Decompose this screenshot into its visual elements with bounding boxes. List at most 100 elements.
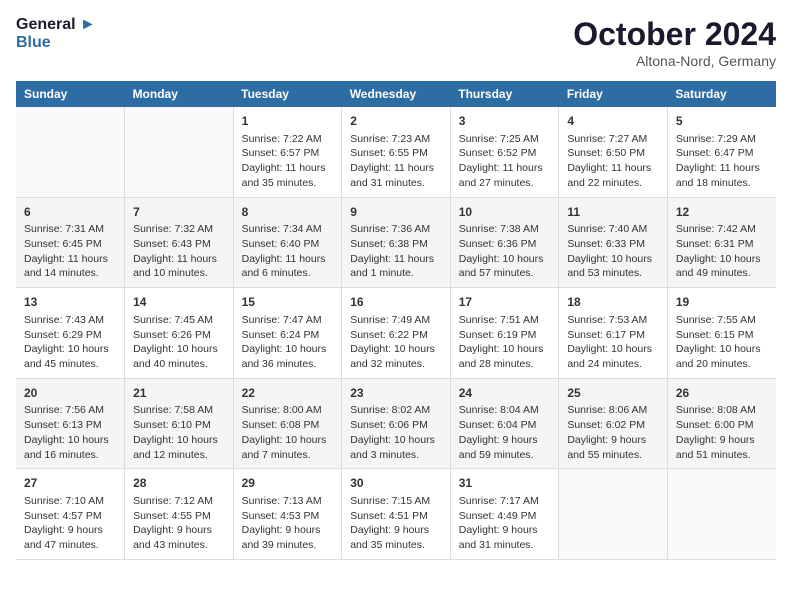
- day-info: Sunrise: 7:25 AM Sunset: 6:52 PM Dayligh…: [459, 132, 551, 191]
- day-number: 22: [242, 385, 334, 402]
- day-info: Sunrise: 7:17 AM Sunset: 4:49 PM Dayligh…: [459, 494, 551, 553]
- col-header-wednesday: Wednesday: [342, 81, 451, 107]
- day-number: 17: [459, 294, 551, 311]
- day-info: Sunrise: 8:06 AM Sunset: 6:02 PM Dayligh…: [567, 403, 659, 462]
- calendar-cell: 28 Sunrise: 7:12 AM Sunset: 4:55 PM Dayli…: [125, 469, 234, 560]
- calendar-cell: 17 Sunrise: 7:51 AM Sunset: 6:19 PM Dayli…: [450, 288, 559, 379]
- calendar-cell: 2 Sunrise: 7:23 AM Sunset: 6:55 PM Daylig…: [342, 107, 451, 197]
- day-number: 5: [676, 113, 768, 130]
- day-info: Sunrise: 7:40 AM Sunset: 6:33 PM Dayligh…: [567, 222, 659, 281]
- day-number: 23: [350, 385, 442, 402]
- day-info: Sunrise: 7:51 AM Sunset: 6:19 PM Dayligh…: [459, 313, 551, 372]
- calendar-cell: 22Sunrise: 8:00 AM Sunset: 6:08 PM Dayli…: [233, 378, 342, 469]
- day-info: Sunrise: 7:38 AM Sunset: 6:36 PM Dayligh…: [459, 222, 551, 281]
- day-info: Sunrise: 7:42 AM Sunset: 6:31 PM Dayligh…: [676, 222, 768, 281]
- logo-wordmark: General ► Blue: [16, 16, 96, 51]
- day-info: Sunrise: 7:29 AM Sunset: 6:47 PM Dayligh…: [676, 132, 768, 191]
- day-number: 13: [24, 294, 116, 311]
- day-info: Sunrise: 7:27 AM Sunset: 6:50 PM Dayligh…: [567, 132, 659, 191]
- day-info: Sunrise: 7:53 AM Sunset: 6:17 PM Dayligh…: [567, 313, 659, 372]
- calendar-cell: 30Sunrise: 7:15 AM Sunset: 4:51 PM Dayli…: [342, 469, 451, 560]
- calendar-cell: 27 Sunrise: 7:10 AM Sunset: 4:57 PM Dayli…: [16, 469, 125, 560]
- day-number: 14: [133, 294, 225, 311]
- day-number: 26: [676, 385, 768, 402]
- day-number: 4: [567, 113, 659, 130]
- day-number: 18: [567, 294, 659, 311]
- calendar-header: SundayMondayTuesdayWednesdayThursdayFrid…: [16, 81, 776, 107]
- day-number: 30: [350, 475, 442, 492]
- day-info: Sunrise: 8:02 AM Sunset: 6:06 PM Dayligh…: [350, 403, 442, 462]
- calendar-cell: 14 Sunrise: 7:45 AM Sunset: 6:26 PM Dayli…: [125, 288, 234, 379]
- calendar-cell: 26Sunrise: 8:08 AM Sunset: 6:00 PM Dayli…: [667, 378, 776, 469]
- col-header-saturday: Saturday: [667, 81, 776, 107]
- day-info: Sunrise: 7:47 AM Sunset: 6:24 PM Dayligh…: [242, 313, 334, 372]
- day-info: Sunrise: 7:34 AM Sunset: 6:40 PM Dayligh…: [242, 222, 334, 281]
- day-number: 21: [133, 385, 225, 402]
- calendar-cell: [667, 469, 776, 560]
- calendar-cell: 13 Sunrise: 7:43 AM Sunset: 6:29 PM Dayli…: [16, 288, 125, 379]
- calendar-cell: 29Sunrise: 7:13 AM Sunset: 4:53 PM Dayli…: [233, 469, 342, 560]
- calendar-cell: 8Sunrise: 7:34 AM Sunset: 6:40 PM Daylig…: [233, 197, 342, 288]
- col-header-monday: Monday: [125, 81, 234, 107]
- col-header-sunday: Sunday: [16, 81, 125, 107]
- calendar-cell: 5 Sunrise: 7:29 AM Sunset: 6:47 PM Daylig…: [667, 107, 776, 197]
- day-info: Sunrise: 7:32 AM Sunset: 6:43 PM Dayligh…: [133, 222, 225, 281]
- day-info: Sunrise: 7:31 AM Sunset: 6:45 PM Dayligh…: [24, 222, 116, 281]
- day-number: 1: [242, 113, 334, 130]
- day-number: 31: [459, 475, 551, 492]
- day-info: Sunrise: 8:04 AM Sunset: 6:04 PM Dayligh…: [459, 403, 551, 462]
- calendar-cell: 16Sunrise: 7:49 AM Sunset: 6:22 PM Dayli…: [342, 288, 451, 379]
- logo: General ► Blue: [16, 16, 96, 51]
- day-number: 2: [350, 113, 442, 130]
- day-info: Sunrise: 7:22 AM Sunset: 6:57 PM Dayligh…: [242, 132, 334, 191]
- col-header-friday: Friday: [559, 81, 668, 107]
- calendar-cell: 19 Sunrise: 7:55 AM Sunset: 6:15 PM Dayli…: [667, 288, 776, 379]
- calendar-cell: 23Sunrise: 8:02 AM Sunset: 6:06 PM Dayli…: [342, 378, 451, 469]
- day-number: 8: [242, 204, 334, 221]
- month-title: October 2024: [573, 16, 776, 53]
- calendar-cell: 6Sunrise: 7:31 AM Sunset: 6:45 PM Daylig…: [16, 197, 125, 288]
- day-info: Sunrise: 7:36 AM Sunset: 6:38 PM Dayligh…: [350, 222, 442, 281]
- day-info: Sunrise: 7:45 AM Sunset: 6:26 PM Dayligh…: [133, 313, 225, 372]
- calendar-cell: 7Sunrise: 7:32 AM Sunset: 6:43 PM Daylig…: [125, 197, 234, 288]
- day-number: 7: [133, 204, 225, 221]
- calendar-cell: 20Sunrise: 7:56 AM Sunset: 6:13 PM Dayli…: [16, 378, 125, 469]
- day-number: 9: [350, 204, 442, 221]
- day-number: 12: [676, 204, 768, 221]
- calendar-cell: 9Sunrise: 7:36 AM Sunset: 6:38 PM Daylig…: [342, 197, 451, 288]
- location: Altona-Nord, Germany: [573, 53, 776, 69]
- calendar-cell: 4 Sunrise: 7:27 AM Sunset: 6:50 PM Daylig…: [559, 107, 668, 197]
- calendar-cell: 3 Sunrise: 7:25 AM Sunset: 6:52 PM Daylig…: [450, 107, 559, 197]
- day-number: 27: [24, 475, 116, 492]
- day-info: Sunrise: 7:23 AM Sunset: 6:55 PM Dayligh…: [350, 132, 442, 191]
- day-number: 24: [459, 385, 551, 402]
- day-info: Sunrise: 7:12 AM Sunset: 4:55 PM Dayligh…: [133, 494, 225, 553]
- calendar-cell: [125, 107, 234, 197]
- day-info: Sunrise: 7:56 AM Sunset: 6:13 PM Dayligh…: [24, 403, 116, 462]
- calendar-cell: [16, 107, 125, 197]
- day-info: Sunrise: 8:08 AM Sunset: 6:00 PM Dayligh…: [676, 403, 768, 462]
- day-info: Sunrise: 7:58 AM Sunset: 6:10 PM Dayligh…: [133, 403, 225, 462]
- day-number: 15: [242, 294, 334, 311]
- calendar-cell: 18 Sunrise: 7:53 AM Sunset: 6:17 PM Dayli…: [559, 288, 668, 379]
- calendar-cell: 21Sunrise: 7:58 AM Sunset: 6:10 PM Dayli…: [125, 378, 234, 469]
- day-info: Sunrise: 8:00 AM Sunset: 6:08 PM Dayligh…: [242, 403, 334, 462]
- calendar-cell: 31 Sunrise: 7:17 AM Sunset: 4:49 PM Dayli…: [450, 469, 559, 560]
- day-number: 28: [133, 475, 225, 492]
- calendar-cell: 15 Sunrise: 7:47 AM Sunset: 6:24 PM Dayli…: [233, 288, 342, 379]
- day-info: Sunrise: 7:10 AM Sunset: 4:57 PM Dayligh…: [24, 494, 116, 553]
- day-number: 6: [24, 204, 116, 221]
- calendar-cell: 11Sunrise: 7:40 AM Sunset: 6:33 PM Dayli…: [559, 197, 668, 288]
- day-info: Sunrise: 7:43 AM Sunset: 6:29 PM Dayligh…: [24, 313, 116, 372]
- day-number: 20: [24, 385, 116, 402]
- day-info: Sunrise: 7:55 AM Sunset: 6:15 PM Dayligh…: [676, 313, 768, 372]
- calendar-cell: 24Sunrise: 8:04 AM Sunset: 6:04 PM Dayli…: [450, 378, 559, 469]
- calendar-cell: 12Sunrise: 7:42 AM Sunset: 6:31 PM Dayli…: [667, 197, 776, 288]
- day-number: 25: [567, 385, 659, 402]
- calendar-cell: [559, 469, 668, 560]
- day-info: Sunrise: 7:49 AM Sunset: 6:22 PM Dayligh…: [350, 313, 442, 372]
- day-number: 19: [676, 294, 768, 311]
- day-number: 3: [459, 113, 551, 130]
- col-header-tuesday: Tuesday: [233, 81, 342, 107]
- day-info: Sunrise: 7:13 AM Sunset: 4:53 PM Dayligh…: [242, 494, 334, 553]
